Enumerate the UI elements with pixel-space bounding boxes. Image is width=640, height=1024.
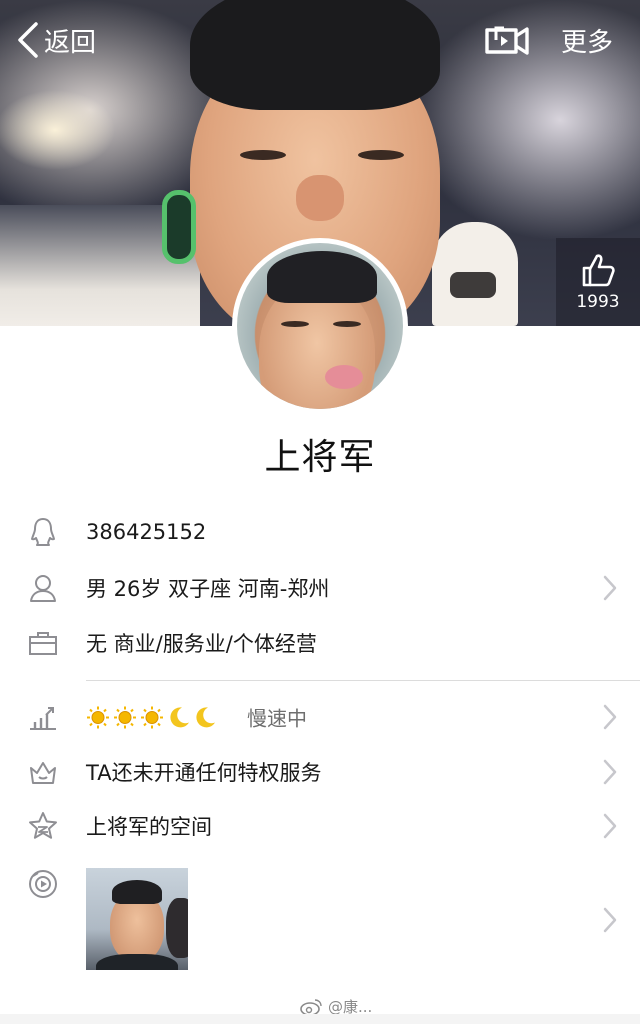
level-chart-icon <box>30 707 56 730</box>
photo-wall-row[interactable] <box>0 858 640 982</box>
person-icon <box>30 575 56 602</box>
like-button[interactable]: 1993 <box>556 238 640 326</box>
moon-icon <box>196 706 215 727</box>
qq-penguin-icon <box>31 518 55 546</box>
privilege-row[interactable]: TA还未开通任何特权服务 <box>0 745 640 799</box>
personal-info-row[interactable]: 男 26岁 双子座 河南-郑州 <box>0 561 640 615</box>
cover-eye-right <box>358 150 404 160</box>
thumbnail-background <box>166 898 188 958</box>
sun-icon <box>114 706 136 728</box>
occupation: 无 商业/服务业/个体经营 <box>86 632 317 656</box>
qq-number-row[interactable]: 386425152 <box>0 505 640 559</box>
personal-info: 男 26岁 双子座 河南-郑州 <box>86 577 330 601</box>
level-row[interactable]: 慢速中 <box>0 690 640 744</box>
photo-thumbnail[interactable] <box>86 868 188 970</box>
camera-icon <box>29 870 57 898</box>
qq-number: 386425152 <box>86 520 207 544</box>
headphone <box>162 190 196 264</box>
thumbnail-hair <box>112 880 162 904</box>
thumbnail-shirt <box>96 954 178 970</box>
cover-eye-left <box>240 150 286 160</box>
chevron-left-icon <box>18 22 38 58</box>
like-count: 1993 <box>576 292 620 312</box>
crown-icon <box>30 762 56 784</box>
chevron-right-icon <box>603 575 617 601</box>
avatar-hair <box>267 251 377 303</box>
section-divider <box>86 680 640 681</box>
avatar-eye-left <box>281 321 309 327</box>
briefcase-icon <box>29 632 57 655</box>
bottom-bar <box>0 1014 640 1024</box>
chevron-right-icon <box>603 813 617 839</box>
avatar-eye-right <box>333 321 361 327</box>
avatar-photo <box>237 243 403 409</box>
level-speed: 慢速中 <box>247 706 307 731</box>
chevron-right-icon <box>603 759 617 785</box>
cover-hair <box>190 0 440 110</box>
chevron-right-icon <box>603 907 617 933</box>
avatar-tongue <box>325 365 363 389</box>
sun-icon <box>87 706 109 728</box>
thumbs-up-icon <box>582 254 615 287</box>
weibo-icon <box>300 998 322 1016</box>
back-button[interactable]: 返回 <box>14 20 96 60</box>
qzone-row[interactable]: 上将军的空间 <box>0 799 640 853</box>
more-button[interactable]: 更多 <box>561 22 613 59</box>
nickname: 上将军 <box>264 437 376 478</box>
cow-silhouette <box>450 272 496 298</box>
chevron-right-icon <box>603 704 617 730</box>
privilege-text: TA还未开通任何特权服务 <box>86 761 322 785</box>
moon-icon <box>170 706 189 727</box>
qzone-link: 上将军的空间 <box>86 815 212 839</box>
cover-nose <box>296 175 344 221</box>
sun-icon <box>141 706 163 728</box>
back-label: 返回 <box>44 27 97 58</box>
level-badges: 慢速中 <box>86 703 307 732</box>
star-icon <box>29 812 57 839</box>
video-camera-icon[interactable] <box>484 22 530 58</box>
avatar[interactable] <box>232 238 408 414</box>
occupation-row: 无 商业/服务业/个体经营 <box>0 616 640 670</box>
